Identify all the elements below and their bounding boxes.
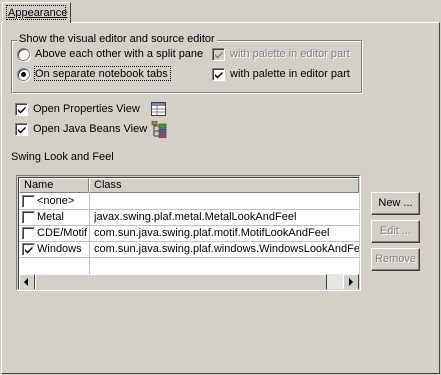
- laf-table: Name Class <none> Metal javax.swing.plaf…: [16, 175, 361, 291]
- arrow-left-icon: [24, 278, 28, 286]
- radio-selected-dot: [21, 72, 26, 77]
- open-beans-label: Open Java Beans View: [33, 123, 148, 135]
- scroll-right-button[interactable]: [343, 274, 359, 289]
- arrow-right-icon: [349, 278, 353, 286]
- cell-name: CDE/Motif: [37, 227, 88, 239]
- remove-button[interactable]: Remove: [371, 248, 420, 271]
- notebook-tabs-radio[interactable]: [17, 68, 30, 81]
- table-row[interactable]: Metal javax.swing.plaf.metal.MetalLookAn…: [19, 210, 359, 225]
- cell-class: com.sun.java.swing.plaf.motif.MotifLookA…: [94, 227, 330, 239]
- scroll-left-button[interactable]: [19, 274, 35, 289]
- palette-split-checkbox[interactable]: [212, 48, 225, 61]
- table-row[interactable]: <none>: [19, 194, 359, 209]
- table-row[interactable]: CDE/Motif com.sun.java.swing.plaf.motif.…: [19, 226, 359, 241]
- open-properties-label: Open Properties View: [33, 103, 140, 115]
- focus-rect: [34, 66, 171, 81]
- edit-button[interactable]: Edit ...: [371, 220, 420, 243]
- row-checkbox[interactable]: [22, 227, 35, 240]
- check-mark-icon: [215, 51, 223, 59]
- edit-button-label: Edit ...: [379, 225, 412, 237]
- laf-table-viewport: Name Class <none> Metal javax.swing.plaf…: [18, 177, 359, 289]
- laf-section-title: Swing Look and Feel: [11, 151, 114, 163]
- grid-line: [19, 257, 359, 258]
- properties-view-icon: [151, 102, 166, 116]
- check-mark-icon: [215, 71, 223, 79]
- new-button-label: New ...: [378, 197, 413, 209]
- cell-name: <none>: [37, 195, 75, 207]
- cell-name: Windows: [37, 243, 82, 255]
- horizontal-scrollbar[interactable]: [19, 274, 359, 289]
- check-mark-icon: [25, 246, 33, 254]
- java-beans-view-icon: [151, 121, 167, 138]
- palette-split-label: with palette in editor part: [230, 48, 350, 60]
- new-button[interactable]: New ...: [371, 192, 420, 215]
- remove-button-label: Remove: [375, 253, 416, 265]
- check-mark-icon: [18, 106, 26, 114]
- split-pane-radio[interactable]: [17, 48, 30, 61]
- palette-tabs-checkbox[interactable]: [212, 68, 225, 81]
- column-header-class[interactable]: Class: [89, 178, 359, 193]
- open-properties-checkbox[interactable]: [15, 103, 28, 116]
- row-checkbox[interactable]: [22, 211, 35, 224]
- check-mark-icon: [18, 126, 26, 134]
- table-row[interactable]: Windows com.sun.java.swing.plaf.windows.…: [19, 242, 359, 257]
- scroll-thumb[interactable]: [35, 274, 327, 289]
- editor-layout-legend: Show the visual editor and source editor: [17, 33, 217, 45]
- split-pane-label: Above each other with a split pane: [35, 48, 204, 60]
- cell-name: Metal: [37, 211, 64, 223]
- palette-tabs-label: with palette in editor part: [230, 68, 350, 80]
- row-checkbox[interactable]: [22, 243, 35, 256]
- tab-appearance-label: Appearance: [8, 7, 68, 19]
- open-beans-checkbox[interactable]: [15, 123, 28, 136]
- cell-class: com.sun.java.swing.plaf.windows.WindowsL…: [94, 243, 359, 255]
- cell-class: javax.swing.plaf.metal.MetalLookAndFeel: [94, 211, 297, 223]
- column-header-name[interactable]: Name: [19, 178, 89, 193]
- tab-appearance[interactable]: Appearance: [2, 2, 71, 23]
- row-checkbox[interactable]: [22, 195, 35, 208]
- cell-class: [94, 194, 359, 209]
